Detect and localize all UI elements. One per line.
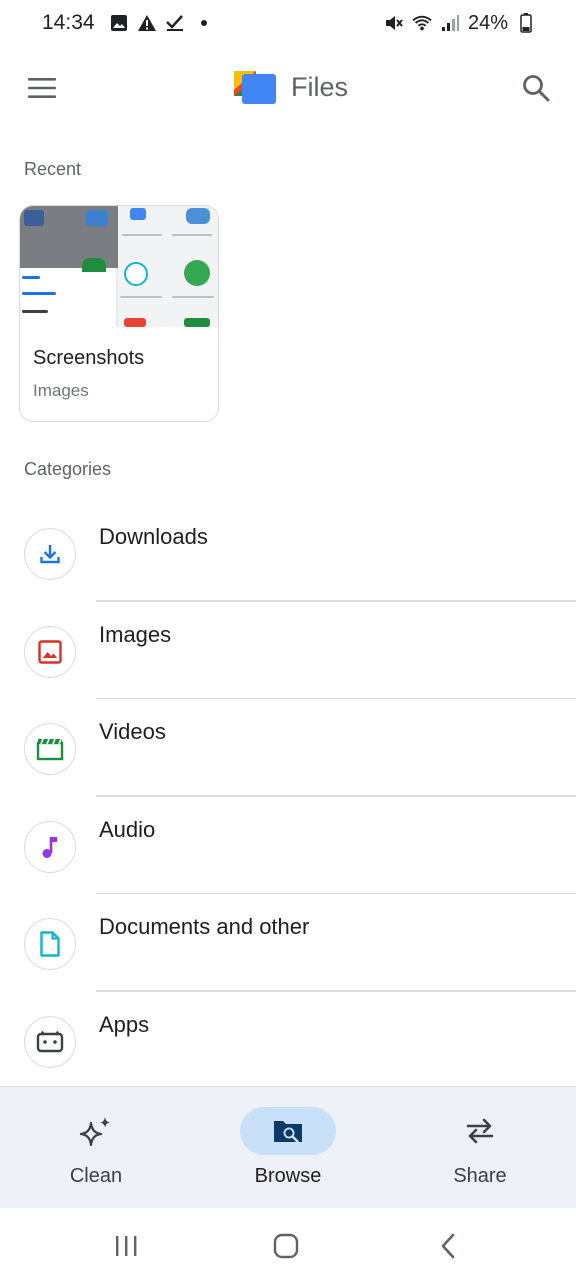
status-bar: 14:34 24% — [0, 0, 576, 46]
swap-icon — [466, 1118, 494, 1144]
download-icon — [24, 528, 76, 580]
dot-icon — [200, 20, 207, 26]
wifi-icon — [412, 13, 432, 33]
browse-folder-icon — [274, 1121, 302, 1143]
nav-pill-share — [432, 1107, 528, 1155]
recent-card-screenshots[interactable]: Screenshots Images — [19, 205, 219, 422]
apps-icon — [24, 1015, 76, 1068]
battery-percent: 24% — [467, 11, 508, 34]
category-apps[interactable]: Apps — [0, 992, 576, 1090]
back-icon — [441, 1233, 455, 1259]
status-left: 14:34 — [42, 11, 207, 35]
category-label: Videos — [99, 719, 166, 745]
category-label: Apps — [99, 1011, 150, 1037]
category-downloads[interactable]: Downloads — [0, 504, 576, 602]
category-label: Downloads — [99, 524, 208, 549]
battery-icon — [516, 13, 536, 33]
search-button[interactable] — [512, 64, 560, 112]
top-app-bar: Files — [0, 46, 576, 130]
recent-heading: Recent — [24, 159, 82, 179]
thumbnail-left — [20, 206, 118, 327]
categories-list: Downloads Images Videos Audio Documents … — [0, 504, 576, 1090]
home-icon — [273, 1233, 299, 1259]
back-button[interactable] — [428, 1226, 468, 1266]
audio-icon — [24, 820, 76, 873]
nav-label-clean: Clean — [69, 1165, 123, 1187]
nav-label-share: Share — [453, 1165, 507, 1187]
warning-icon — [137, 13, 157, 33]
card-title: Screenshots — [33, 347, 145, 369]
menu-button[interactable] — [18, 66, 66, 110]
nav-item-browse[interactable]: Browse — [192, 1087, 384, 1208]
categories-heading: Categories — [24, 459, 112, 479]
nav-item-clean[interactable]: Clean — [0, 1087, 192, 1208]
category-audio[interactable]: Audio — [0, 797, 576, 895]
recent-apps-icon — [116, 1236, 137, 1256]
category-label: Images — [99, 621, 172, 647]
nav-item-share[interactable]: Share — [384, 1087, 576, 1208]
category-videos[interactable]: Videos — [0, 699, 576, 797]
signal-icon — [440, 13, 460, 33]
app-title: Files — [291, 71, 349, 102]
nav-pill-clean — [48, 1107, 144, 1155]
category-documents[interactable]: Documents and other — [0, 894, 576, 992]
screenshots-thumbnail — [20, 206, 218, 327]
document-icon — [24, 918, 76, 971]
nav-pill-browse — [240, 1107, 336, 1155]
category-label: Documents and other — [99, 914, 310, 940]
status-right: 24% — [384, 12, 536, 35]
bottom-navigation: Clean Browse Share — [0, 1086, 576, 1208]
app-brand: Files — [232, 68, 348, 106]
category-images[interactable]: Images — [0, 602, 576, 700]
search-icon — [523, 75, 550, 102]
card-subtitle: Images — [33, 381, 89, 400]
nav-label-browse: Browse — [254, 1165, 322, 1187]
sparkle-icon — [79, 1117, 110, 1147]
check-icon — [165, 13, 185, 33]
gallery-icon — [109, 13, 129, 33]
thumbnail-right — [118, 206, 218, 327]
home-button[interactable] — [266, 1226, 306, 1266]
video-icon — [24, 723, 76, 776]
recent-apps-button[interactable] — [106, 1226, 146, 1266]
status-time: 14:34 — [42, 11, 95, 34]
category-label: Audio — [99, 816, 156, 842]
files-logo-icon — [234, 71, 276, 104]
menu-icon — [28, 78, 56, 98]
mute-icon — [384, 13, 404, 33]
system-navigation-bar — [0, 1208, 576, 1280]
image-icon — [24, 625, 76, 678]
